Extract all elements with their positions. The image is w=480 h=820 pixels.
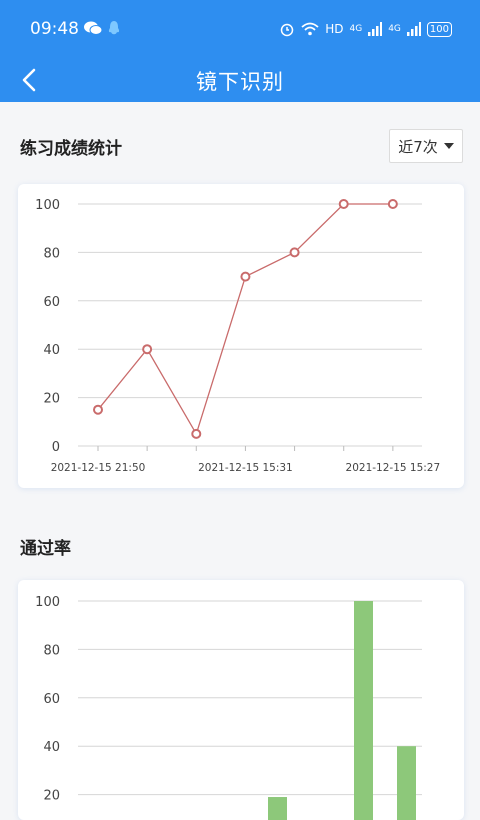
navigation-bar: 镜下识别 bbox=[0, 58, 480, 102]
practice-stats-title: 练习成绩统计 bbox=[20, 139, 122, 159]
hd-label: HD bbox=[325, 22, 344, 36]
x-tick-label: 2021-12-15 15:31 bbox=[198, 462, 293, 474]
data-point bbox=[289, 247, 300, 258]
data-point bbox=[142, 344, 153, 355]
signal-2-label: 4G bbox=[388, 24, 401, 34]
alarm-icon bbox=[280, 23, 294, 37]
y-tick-label: 20 bbox=[43, 392, 60, 407]
caret-down-icon bbox=[443, 143, 454, 149]
x-tick-label: 2021-12-15 15:27 bbox=[346, 462, 441, 474]
y-tick-label: 100 bbox=[35, 198, 60, 213]
y-tick-label: 60 bbox=[43, 295, 60, 310]
pass-rate-bar-chart: 20 40 60 80 100 bbox=[35, 595, 422, 820]
score-line-chart: 0 20 40 60 80 100 2021-12-15 21:50 2021-12-15 1… bbox=[35, 198, 441, 474]
y-tick-label: 100 bbox=[35, 595, 60, 610]
status-bar: 09:48 HD 4G 4G 100 bbox=[0, 0, 480, 58]
data-point bbox=[338, 199, 349, 209]
wifi-icon bbox=[301, 22, 319, 36]
data-point bbox=[191, 428, 202, 439]
data-point bbox=[93, 404, 103, 415]
bar bbox=[397, 746, 416, 820]
data-point bbox=[240, 271, 251, 282]
range-filter-value: 近7次 bbox=[398, 137, 438, 156]
status-indicators: HD 4G 4G 100 bbox=[279, 20, 452, 38]
wechat-icon bbox=[84, 21, 102, 35]
battery-indicator: 100 bbox=[426, 21, 452, 37]
score-chart-card: 0 20 40 60 80 100 2021-12-15 21:50 2021-12-15 1… bbox=[18, 184, 464, 488]
y-tick-label: 40 bbox=[43, 343, 60, 358]
y-tick-label: 80 bbox=[43, 246, 60, 261]
pass-rate-chart-card: 20 40 60 80 100 bbox=[18, 580, 464, 820]
signal-bars-icon bbox=[406, 22, 421, 36]
page-title: 镜下识别 bbox=[196, 70, 284, 94]
bar bbox=[268, 797, 287, 820]
y-tick-label: 80 bbox=[43, 643, 60, 658]
y-tick-label: 20 bbox=[43, 789, 60, 804]
y-tick-label: 0 bbox=[52, 440, 60, 455]
status-time: 09:48 bbox=[30, 19, 79, 39]
data-point bbox=[387, 199, 398, 209]
signal-bars-icon bbox=[368, 22, 383, 36]
bar bbox=[354, 601, 373, 820]
y-tick-label: 40 bbox=[43, 740, 60, 755]
score-series-line bbox=[97, 203, 393, 436]
range-filter-dropdown[interactable]: 近7次 bbox=[389, 129, 463, 163]
pass-rate-title: 通过率 bbox=[20, 539, 71, 559]
signal-1-label: 4G bbox=[349, 24, 363, 34]
y-tick-label: 60 bbox=[43, 692, 60, 707]
qq-icon bbox=[108, 21, 120, 35]
x-tick-label: 2021-12-15 21:50 bbox=[51, 462, 146, 474]
